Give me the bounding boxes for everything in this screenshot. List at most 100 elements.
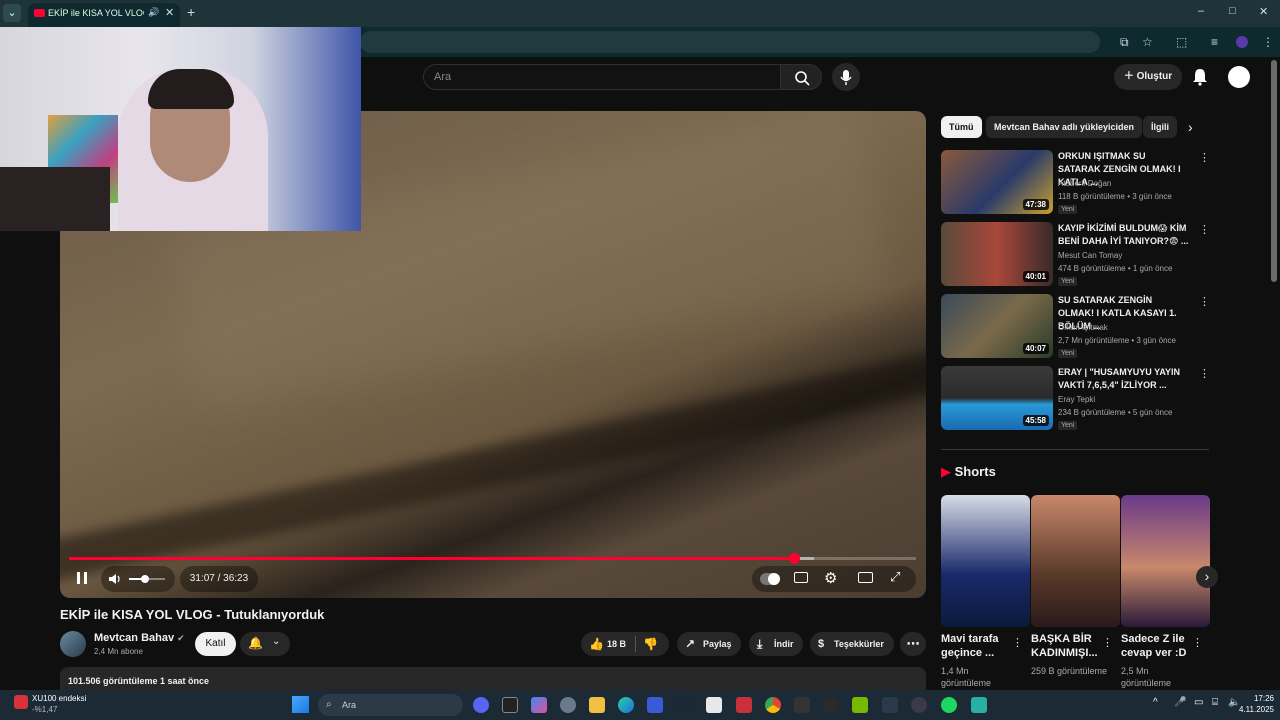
- tray-chevron-icon[interactable]: ^: [1153, 697, 1158, 708]
- microphone-tray-icon[interactable]: 🎤: [1174, 697, 1186, 708]
- more-options-icon[interactable]: ⋮: [1102, 636, 1113, 649]
- list-item[interactable]: 45:58 ERAY | "HUSAMYUYU YAYIN VAKTİ 7,6,…: [941, 366, 1211, 432]
- network-icon[interactable]: ⌸: [1212, 697, 1218, 708]
- voice-search-button[interactable]: [832, 63, 860, 91]
- nvidia-icon[interactable]: [852, 697, 868, 713]
- scrollbar[interactable]: [1271, 60, 1277, 282]
- like-count[interactable]: 18 B: [607, 632, 626, 656]
- short-thumbnail[interactable]: [1031, 495, 1120, 627]
- fullscreen-icon[interactable]: ⤢: [890, 569, 900, 585]
- theater-mode-icon[interactable]: [858, 572, 873, 583]
- subscriber-count: 2,4 Mn abone: [94, 647, 143, 656]
- progress-scrubber[interactable]: [789, 553, 801, 564]
- profile-avatar-icon[interactable]: [1236, 36, 1248, 48]
- close-window-button[interactable]: ✕: [1259, 5, 1268, 18]
- short-title[interactable]: Mavi tarafa geçince ...: [941, 632, 1013, 660]
- more-options-icon[interactable]: ⋮: [1199, 223, 1210, 236]
- autoplay-toggle[interactable]: [760, 573, 780, 585]
- media-controls-icon[interactable]: ≡: [1211, 35, 1218, 49]
- short-thumbnail[interactable]: [941, 495, 1030, 627]
- short-title[interactable]: Sadece Z ile cevap ver :D: [1121, 632, 1193, 660]
- edge-icon[interactable]: [618, 697, 634, 713]
- extensions-icon[interactable]: ⬚: [1176, 35, 1187, 49]
- chip-all[interactable]: Tümü: [941, 116, 982, 138]
- pause-button[interactable]: [75, 570, 89, 588]
- chevron-right-icon[interactable]: ›: [1188, 119, 1193, 135]
- app-red-icon[interactable]: [736, 697, 752, 713]
- discord-icon[interactable]: [473, 697, 489, 713]
- epic-games-icon[interactable]: [502, 697, 518, 713]
- maximize-button[interactable]: □: [1229, 5, 1236, 17]
- subtitles-icon[interactable]: [794, 572, 808, 583]
- chip-related[interactable]: İlgili: [1143, 116, 1177, 138]
- list-item[interactable]: 40:07 SU SATARAK ZENGİN OLMAK! I KATLA K…: [941, 294, 1211, 360]
- app-circle-icon[interactable]: [911, 697, 927, 713]
- chrome-icon[interactable]: [765, 697, 781, 713]
- app-teal-icon[interactable]: [971, 697, 987, 713]
- subscription-bell-button[interactable]: 🔔 ⌄: [240, 632, 290, 656]
- settings-gear-icon[interactable]: ⚙: [824, 569, 837, 587]
- share-button[interactable]: ↗ Paylaş: [677, 632, 741, 656]
- join-button[interactable]: Katıl: [195, 632, 236, 656]
- minimize-button[interactable]: –: [1198, 5, 1204, 17]
- video-thumbnail[interactable]: 40:07: [941, 294, 1053, 358]
- file-explorer-icon[interactable]: [589, 697, 605, 713]
- more-options-icon[interactable]: ⋮: [1012, 636, 1023, 649]
- mail-icon[interactable]: [706, 697, 722, 713]
- stock-widget-icon[interactable]: [14, 695, 28, 709]
- cast-icon[interactable]: ⧉: [1120, 35, 1129, 50]
- settings-icon[interactable]: [560, 697, 576, 713]
- new-tab-button[interactable]: +: [187, 4, 195, 20]
- more-options-icon[interactable]: ⋮: [1199, 295, 1210, 308]
- video-thumbnail[interactable]: 40:01: [941, 222, 1053, 286]
- steam-icon[interactable]: [676, 697, 692, 713]
- tab-close-icon[interactable]: ✕: [165, 6, 174, 19]
- volume-knob[interactable]: [141, 575, 149, 583]
- chatgpt-icon[interactable]: [823, 697, 839, 713]
- short-thumbnail[interactable]: [1121, 495, 1210, 627]
- search-input[interactable]: Ara: [423, 64, 781, 90]
- shorts-next-icon[interactable]: ›: [1196, 566, 1218, 588]
- volume-control[interactable]: [101, 566, 175, 592]
- copilot-icon[interactable]: [531, 697, 547, 713]
- more-options-icon[interactable]: ⋮: [1192, 636, 1203, 649]
- like-icon[interactable]: 👍: [589, 632, 604, 656]
- browser-tab[interactable]: EKİP ile KISA YOL VLOG - Tu 🔊 ✕: [28, 3, 180, 27]
- create-button[interactable]: ＋ Oluştur: [1114, 64, 1182, 90]
- display-icon[interactable]: ▭: [1194, 697, 1203, 708]
- store-icon[interactable]: [647, 697, 663, 713]
- tab-search-icon[interactable]: ⌄: [3, 4, 21, 22]
- clock-date[interactable]: 4.11.2025: [1228, 705, 1274, 714]
- list-item[interactable]: 47:38 ORKUN IŞITMAK SU SATARAK ZENGİN OL…: [941, 150, 1211, 216]
- more-options-icon[interactable]: ⋮: [1199, 367, 1210, 380]
- thanks-button[interactable]: $ Teşekkürler: [810, 632, 894, 656]
- tab-audio-icon[interactable]: 🔊: [148, 7, 159, 18]
- bookmark-star-icon[interactable]: ☆: [1142, 35, 1153, 49]
- spotify-icon[interactable]: [941, 697, 957, 713]
- list-item[interactable]: 40:01 KAYIP İKİZİMİ BULDUM😱 KİM BENİ DAH…: [941, 222, 1211, 288]
- chip-from-uploader[interactable]: Mevtcan Bahav adlı yükleyiciden: [986, 116, 1143, 138]
- view-stats: 101.506 görüntüleme 1 saat önce: [68, 676, 210, 686]
- stock-name[interactable]: XU100 endeksi: [32, 694, 86, 703]
- clock-time[interactable]: 17:26: [1236, 694, 1274, 703]
- pause-icon: [77, 572, 87, 584]
- search-button[interactable]: [780, 64, 822, 90]
- bell-ring-icon: 🔔: [248, 636, 263, 650]
- dislike-icon[interactable]: 👎: [643, 632, 658, 656]
- video-thumbnail[interactable]: 45:58: [941, 366, 1053, 430]
- app-icon[interactable]: [882, 697, 898, 713]
- short-title[interactable]: BAŞKA BİR KADINMIŞI...: [1031, 632, 1103, 660]
- video-thumbnail[interactable]: 47:38: [941, 150, 1053, 214]
- download-button[interactable]: ⤓ İndir: [749, 632, 803, 656]
- channel-name[interactable]: Mevtcan Bahav ✔: [94, 632, 185, 644]
- notifications-bell-icon[interactable]: [1192, 68, 1208, 86]
- more-actions-icon[interactable]: ⋯: [900, 632, 926, 656]
- browser-menu-icon[interactable]: ⋮: [1262, 35, 1274, 49]
- more-options-icon[interactable]: ⋮: [1199, 151, 1210, 164]
- account-avatar[interactable]: [1228, 66, 1250, 88]
- windows-start-icon[interactable]: [292, 696, 309, 713]
- capcut-icon[interactable]: [794, 697, 810, 713]
- taskbar-search[interactable]: ⌕ Ara: [318, 694, 463, 716]
- address-field[interactable]: [360, 31, 1100, 53]
- channel-avatar[interactable]: [60, 631, 86, 657]
